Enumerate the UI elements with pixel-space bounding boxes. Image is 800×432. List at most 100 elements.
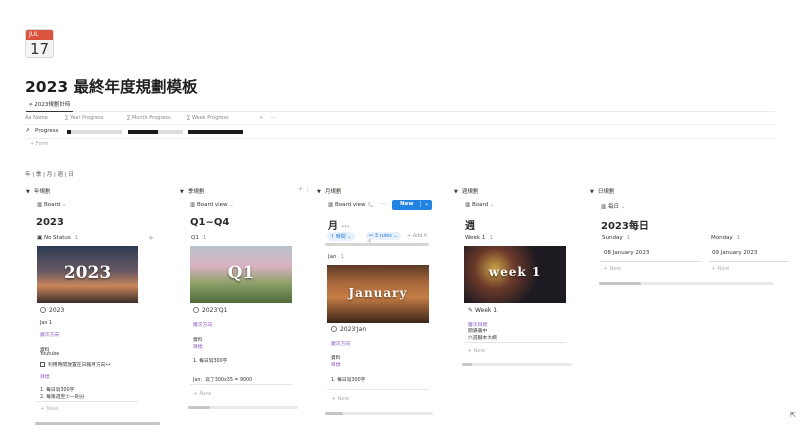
month-board-heading: 月 ···: [328, 221, 350, 232]
year-card-title[interactable]: 2023: [40, 307, 64, 314]
quarter-footer-text: Jan：寫了300x35 = 9000: [193, 378, 253, 383]
month-section-label: 資料: [331, 356, 341, 361]
caret-down-icon[interactable]: ▼: [180, 189, 184, 195]
month-view-selector[interactable]: ▥ Board view ⌄: [328, 202, 372, 208]
quarter-view-selector[interactable]: ▥ Board view ⌄: [190, 202, 234, 208]
year-progress-rest: [71, 130, 122, 134]
day-group-monday[interactable]: Monday 1: [711, 235, 740, 241]
caret-down-icon[interactable]: ▼: [317, 189, 321, 195]
month-new-button-bottom[interactable]: + New: [331, 396, 349, 402]
quarter-card-title[interactable]: 2023'Q1: [193, 307, 227, 314]
scroll-thumb[interactable]: [188, 406, 210, 409]
divider: [37, 401, 138, 402]
divider: [25, 124, 775, 125]
week-plan-header[interactable]: ▼ 週規劃: [454, 187, 478, 195]
day-scrollbar[interactable]: [599, 282, 774, 285]
add-property-icon[interactable]: +: [259, 115, 263, 121]
quarter-board-heading: Q1~Q4: [190, 217, 230, 228]
view-tab-bar: ⟡ 2023規劃計時: [25, 100, 775, 112]
year-todo-item[interactable]: 利用時間放置在日報月方向👀: [40, 361, 112, 368]
expand-icon[interactable]: ⤡: [368, 202, 373, 210]
month-new-button[interactable]: New ⌄: [392, 200, 432, 210]
month-filter-scrollbar[interactable]: [325, 243, 429, 246]
monday-date: 09 January 2023: [712, 250, 758, 256]
year-progress-header[interactable]: ∑ Year Progress: [65, 115, 103, 121]
month-scrollbar[interactable]: [325, 412, 433, 415]
day-new-button-monday[interactable]: + New: [711, 266, 729, 272]
more-options-icon[interactable]: ···: [271, 115, 276, 121]
name-prop-header[interactable]: Aa Name: [25, 115, 48, 121]
more-options-icon[interactable]: ···: [380, 201, 386, 208]
scroll-thumb[interactable]: [599, 282, 641, 285]
month-card-link[interactable]: 層次方向: [331, 340, 350, 347]
checkbox-icon[interactable]: [40, 362, 45, 367]
week-view-selector[interactable]: ▥ Board ⌄: [465, 202, 494, 208]
calendar-page-icon[interactable]: JUL 17: [25, 29, 54, 58]
board-icon: ▥: [465, 202, 472, 208]
week-progress-header[interactable]: ∑ Week Progress: [187, 115, 229, 121]
week-group-header[interactable]: Week 11: [465, 235, 493, 241]
caret-down-icon[interactable]: ▼: [454, 189, 458, 195]
year-card-link[interactable]: 層次方向: [40, 331, 59, 338]
year-view-selector[interactable]: ▥ Board ⌄: [37, 202, 66, 208]
page-icon: [193, 307, 199, 313]
year-section2-label[interactable]: 目標: [40, 373, 50, 380]
day-plan-header[interactable]: ▼ 日規劃: [590, 187, 614, 195]
day-card-monday[interactable]: 09 January 2023: [709, 246, 789, 262]
calendar-day: 17: [29, 40, 50, 58]
page-title[interactable]: 2023 最終年度規劃模板: [25, 75, 198, 97]
chevron-down-icon[interactable]: ⌄: [420, 201, 429, 207]
month-progress-rest: [158, 130, 183, 134]
week-new-button[interactable]: + New: [467, 348, 485, 354]
caret-down-icon[interactable]: ▼: [26, 189, 30, 195]
month-card-title[interactable]: 2023'Jan: [331, 326, 366, 333]
tab-2023-plan[interactable]: ⟡ 2023規劃計時: [26, 100, 74, 112]
board-icon: ▥: [328, 202, 335, 208]
day-view-selector[interactable]: ▥ 每日 ⌄: [601, 202, 625, 210]
day-card-sunday[interactable]: 08 January 2023: [600, 246, 702, 262]
scroll-thumb[interactable]: [35, 422, 160, 425]
page-icon: [40, 307, 46, 313]
year-plan-header[interactable]: ▼ 年規劃: [26, 187, 50, 195]
day-board-heading: 2023每日: [601, 221, 649, 232]
month-group-header[interactable]: Jan 1: [328, 254, 344, 260]
year-new-button[interactable]: + New: [40, 406, 58, 412]
progress-row[interactable]: ↗ Progress: [25, 127, 800, 137]
view-switcher[interactable]: 年 | 季 | 月 | 週 | 日: [25, 170, 74, 178]
year-scrollbar[interactable]: [35, 422, 160, 425]
month-progress-fill: [128, 130, 158, 134]
day-group-sunday[interactable]: Sunday 1: [602, 235, 630, 241]
quarter-new-button[interactable]: + New: [193, 391, 211, 397]
quarter-card-cover[interactable]: Q1: [190, 246, 292, 303]
pencil-icon: ✎: [468, 307, 475, 314]
week-scrollbar[interactable]: [462, 363, 572, 366]
month-plan-header[interactable]: ▼ 月規劃: [317, 187, 341, 195]
quarter-scrollbar[interactable]: [188, 406, 298, 409]
quarter-card-link[interactable]: 層次方向: [193, 321, 212, 328]
day-new-button-sunday[interactable]: + New: [603, 266, 621, 272]
quarter-card-link2[interactable]: 目標: [193, 343, 203, 350]
month-card-link2[interactable]: 目標: [331, 361, 341, 368]
year-board-heading: 2023: [36, 217, 64, 228]
year-group-header[interactable]: ▣ No Status 1: [37, 235, 78, 241]
month-card-cover[interactable]: January: [327, 265, 429, 323]
caret-down-icon[interactable]: ▼: [590, 189, 594, 195]
resize-icon: ⇱: [790, 411, 796, 419]
quarter-group-header[interactable]: Q1 1: [191, 235, 206, 241]
year-add-icon[interactable]: +: [148, 234, 154, 242]
year-card-cover[interactable]: 2023: [37, 246, 138, 303]
scroll-thumb[interactable]: [462, 363, 472, 366]
week-card-cover[interactable]: week 1: [464, 246, 566, 303]
month-progress-header[interactable]: ∑ Month Progress: [127, 115, 171, 121]
scroll-thumb[interactable]: [325, 243, 429, 246]
month-date-filter-chip[interactable]: ↑ 時間 ⌄: [327, 232, 355, 241]
add-filter-button[interactable]: + Add fi: [407, 233, 427, 239]
quarter-header-actions[interactable]: + ⋮: [298, 186, 311, 193]
week-card-title[interactable]: ✎ Week 1: [468, 307, 497, 314]
quarter-plan-header[interactable]: ▼ 季規劃: [180, 187, 204, 195]
scroll-thumb[interactable]: [325, 412, 343, 415]
divider: [464, 342, 566, 343]
add-formula-button[interactable]: + Form: [30, 141, 48, 147]
month-progress-bar: [128, 130, 183, 134]
quarter-list-item: 1. 每日寫300字: [193, 359, 228, 364]
